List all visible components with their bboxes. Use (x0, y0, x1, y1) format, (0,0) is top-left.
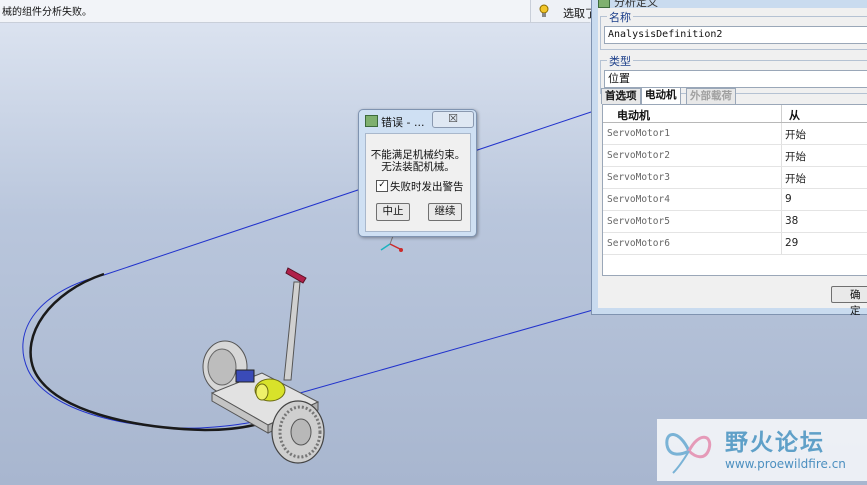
cell-divider (781, 123, 782, 144)
warn-on-fail-checkbox[interactable]: ✓ (376, 180, 388, 192)
name-group-label: 名称 (607, 9, 633, 25)
motor-name: ServoMotor1 (607, 128, 670, 139)
continue-button[interactable]: 继续 (428, 203, 462, 221)
error-titlebar[interactable]: 错误 - ... ☒ (359, 110, 476, 130)
csys-icon (380, 235, 403, 252)
motors-table: 电动机 从 ServoMotor1 开始 ServoMotor2 开始 Serv… (602, 104, 867, 276)
cell-divider (781, 145, 782, 166)
table-row[interactable]: ServoMotor4 9 (603, 189, 867, 211)
watermark-brand: 野火论坛 (725, 430, 825, 456)
error-body: 不能满足机械约束。 无法装配机械。 ✓ 失败时发出警告 中止 继续 (365, 133, 471, 232)
dialog-body: 名称 AnalysisDefinition2 类型 位置 首选项 电动机 外部载… (598, 8, 867, 308)
abort-button[interactable]: 中止 (376, 203, 410, 221)
motor-name: ServoMotor4 (607, 194, 670, 205)
table-row[interactable]: ServoMotor6 29 (603, 233, 867, 255)
motor-from[interactable]: 开始 (785, 149, 806, 164)
watermark-url: www.proewildfire.cn (725, 457, 846, 471)
motor-from[interactable]: 38 (785, 215, 798, 227)
cell-divider (781, 233, 782, 254)
table-row[interactable]: ServoMotor5 38 (603, 211, 867, 233)
type-group-label: 类型 (607, 53, 633, 69)
cell-divider (781, 167, 782, 188)
reference-line-upper (103, 108, 601, 276)
butterfly-logo-icon (665, 433, 712, 474)
dialog-app-icon (365, 115, 378, 127)
reference-line-lower (299, 307, 601, 394)
error-title: 错误 - ... (381, 116, 425, 129)
error-message-line2: 无法装配机械。 (381, 161, 455, 173)
type-select[interactable]: 位置 (604, 70, 867, 88)
error-dialog: 错误 - ... ☒ 不能满足机械约束。 无法装配机械。 ✓ 失败时发出警告 中… (358, 109, 477, 237)
cell-divider (781, 211, 782, 232)
motor-name: ServoMotor3 (607, 172, 670, 183)
motor-name: ServoMotor6 (607, 238, 670, 249)
table-row[interactable]: ServoMotor3 开始 (603, 167, 867, 189)
column-divider (781, 105, 782, 122)
column-header-motor[interactable]: 电动机 (617, 107, 650, 123)
table-row[interactable]: ServoMotor1 开始 (603, 123, 867, 145)
tab-preferences[interactable]: 首选项 (601, 88, 641, 104)
motor-name: ServoMotor2 (607, 150, 670, 161)
close-button[interactable]: ☒ (432, 111, 474, 128)
warn-on-fail-label[interactable]: 失败时发出警告 (390, 179, 464, 194)
vehicle-model (202, 267, 325, 464)
column-header-from[interactable]: 从 (789, 107, 800, 123)
dialog-app-icon (598, 0, 610, 8)
cell-divider (781, 189, 782, 210)
watermark: 野火论坛 www.proewildfire.cn (657, 419, 867, 481)
tab-external-loads: 外部载荷 (686, 88, 736, 104)
motor-from[interactable]: 9 (785, 193, 792, 205)
table-header: 电动机 从 (603, 105, 867, 123)
motor-from[interactable]: 开始 (785, 127, 806, 142)
tab-motors[interactable]: 电动机 (641, 87, 681, 105)
table-row[interactable]: ServoMotor2 开始 (603, 145, 867, 167)
status-message: 械的组件分析失败。 (2, 7, 92, 18)
name-group: 名称 AnalysisDefinition2 (600, 9, 867, 50)
name-field[interactable]: AnalysisDefinition2 (604, 26, 867, 44)
motor-from[interactable]: 29 (785, 237, 798, 249)
analysis-definition-dialog: 分析定义 名称 AnalysisDefinition2 类型 位置 首选项 电动… (591, 0, 867, 317)
dialog-titlebar[interactable]: 分析定义 (592, 0, 867, 9)
motor-name: ServoMotor5 (607, 216, 670, 227)
lightbulb-icon (539, 4, 549, 17)
motor-from[interactable]: 开始 (785, 171, 806, 186)
tab-strip: 首选项 电动机 外部载荷 (600, 87, 867, 105)
ok-button[interactable]: 确定 (831, 286, 867, 317)
selection-indicator[interactable]: 选取了 (530, 0, 596, 22)
message-bar: 械的组件分析失败。 选取了 (0, 0, 596, 23)
